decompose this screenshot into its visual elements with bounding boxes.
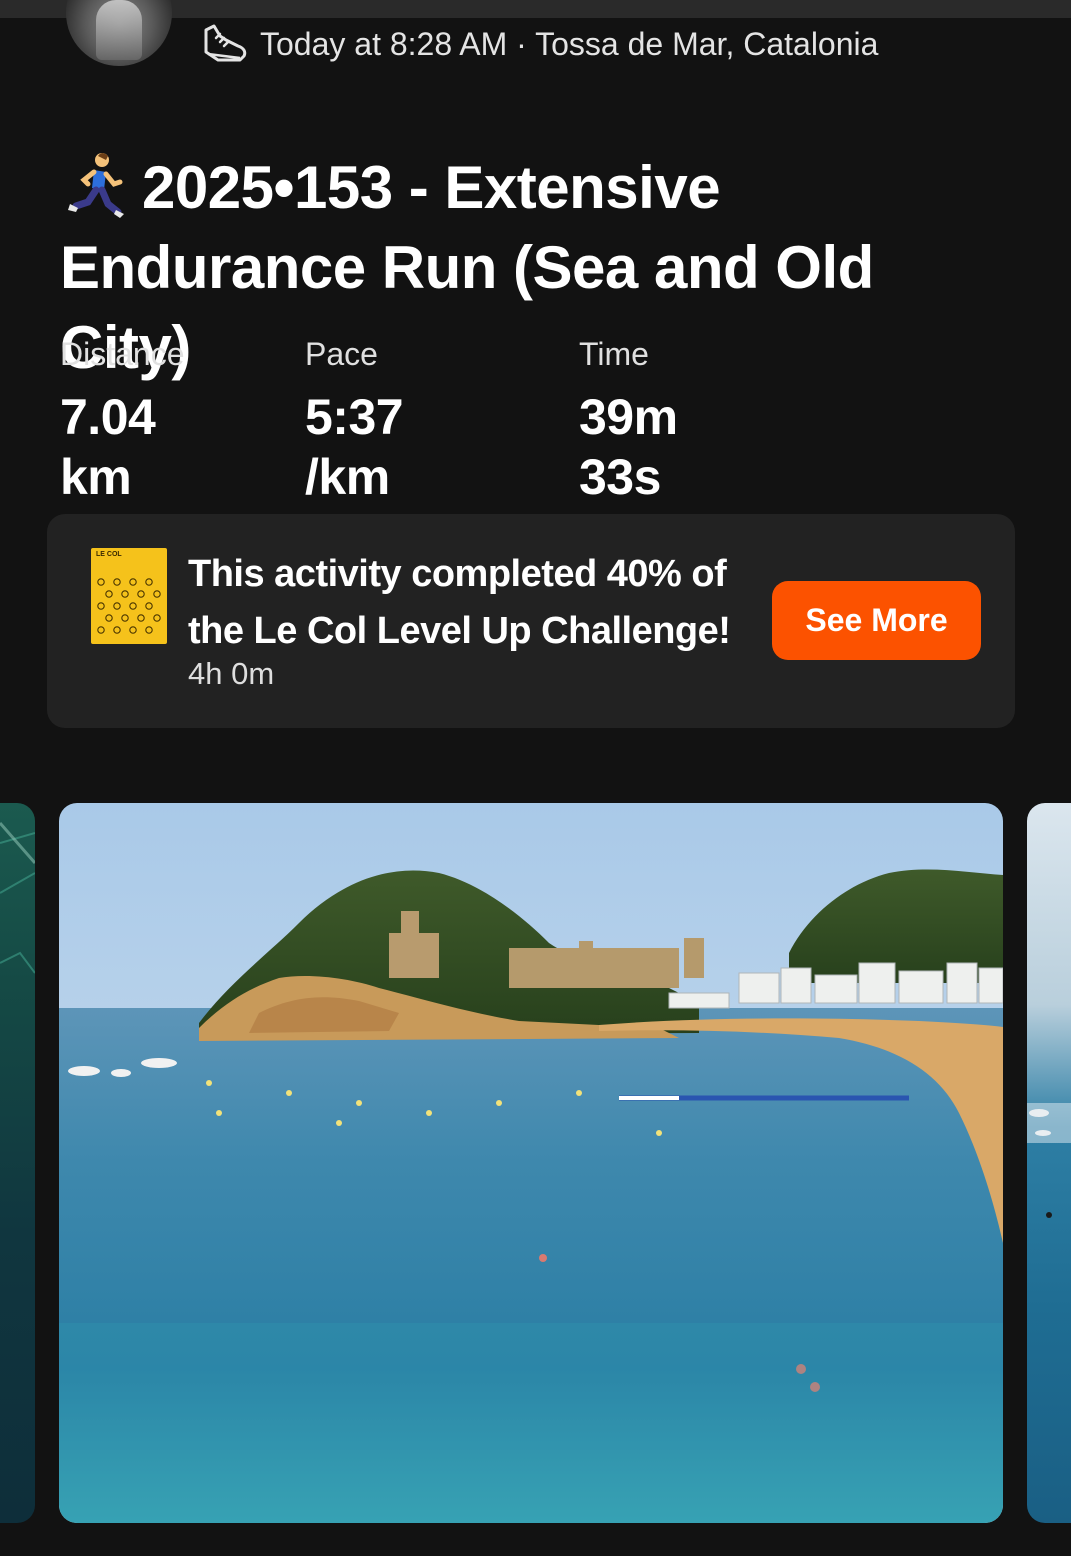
challenge-progress-text: This activity completed 40% of the Le Co… <box>188 553 731 652</box>
activity-meta: Today at 8:28 AM · Tossa de Mar, Catalon… <box>200 22 878 66</box>
shoe-icon <box>204 24 247 62</box>
stat-label: Time <box>579 336 649 372</box>
challenge-badge: LE COL <box>91 548 167 644</box>
see-more-button[interactable]: See More <box>772 581 981 660</box>
runner-icon <box>68 153 124 218</box>
activity-photo[interactable] <box>59 803 1003 1523</box>
badge-pattern-icon <box>97 578 161 634</box>
stat-value: 7.04 km <box>60 389 156 505</box>
stat-time: Time 39m 33s <box>579 335 678 507</box>
badge-brand-text: LE COL <box>96 551 122 558</box>
challenge-card[interactable]: LE COL This activity completed 40% of th… <box>47 514 1015 728</box>
stat-label: Distance <box>60 336 185 372</box>
carousel-next-photo-thumbnail[interactable] <box>1027 803 1071 1523</box>
challenge-duration: 4h 0m <box>188 656 275 691</box>
stat-pace: Pace 5:37 /km <box>305 335 404 507</box>
stat-distance: Distance 7.04 km <box>60 335 185 507</box>
photo-landscape <box>59 803 1003 1523</box>
stat-value: 39m 33s <box>579 389 678 505</box>
avatar[interactable] <box>66 0 172 66</box>
stat-label: Pace <box>305 336 378 372</box>
activity-date-location: Today at 8:28 AM · Tossa de Mar, Catalon… <box>260 25 879 62</box>
activity-title: 2025•153 - Extensive Endurance Run (Sea … <box>60 148 1020 388</box>
carousel-prev-map-thumbnail[interactable] <box>0 803 35 1523</box>
stat-value: 5:37 /km <box>305 389 404 505</box>
